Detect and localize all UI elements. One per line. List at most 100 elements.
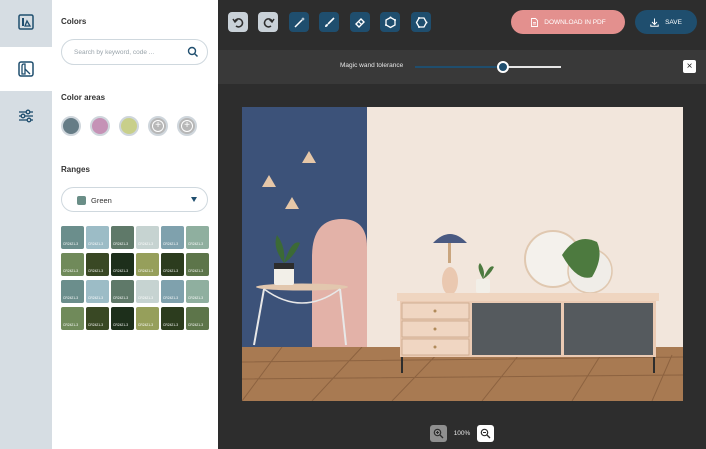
download-pdf-label: DOWNLOAD IN PDF (544, 18, 606, 26)
top-toolbar: DOWNLOAD IN PDF SAVE (218, 0, 706, 44)
brush-icon (324, 16, 335, 27)
chip-code: CR2421-3 (63, 296, 79, 300)
eraser-icon (354, 17, 365, 28)
palette-chip[interactable]: CR2421-3 (186, 280, 209, 303)
palette-chip[interactable]: CR2421-3 (86, 253, 109, 276)
magic-wand-button[interactable] (289, 12, 309, 32)
chip-code: CR2421-3 (138, 269, 154, 273)
range-dropdown[interactable]: Green (61, 187, 208, 212)
palette-chip[interactable]: CR2421-3 (111, 307, 134, 330)
range-swatch (77, 196, 86, 205)
download-pdf-button[interactable]: DOWNLOAD IN PDF (511, 10, 625, 34)
palette-chip[interactable]: CR2421-3 (61, 226, 84, 249)
undo-button[interactable] (228, 12, 248, 32)
palette-grid: CR2421-3 CR2421-3 CR2421-3 CR2421-3 CR2421-3… (61, 226, 209, 334)
chip-code: CR2421-3 (163, 296, 179, 300)
rail-item-gallery[interactable] (0, 0, 52, 44)
palette-chip[interactable]: CR2421-3 (136, 280, 159, 303)
search-box[interactable] (61, 39, 208, 65)
palette-chip[interactable]: CR2421-3 (61, 253, 84, 276)
palette-chip[interactable]: CR2421-3 (136, 307, 159, 330)
chip-code: CR2421-3 (188, 296, 204, 300)
chip-code: CR2421-3 (63, 242, 79, 246)
brush-button[interactable] (319, 12, 339, 32)
chip-code: CR2421-3 (63, 323, 79, 327)
color-palette-icon (18, 61, 34, 77)
palette-chip[interactable]: CR2421-3 (111, 280, 134, 303)
polygon-select-icon (384, 16, 396, 28)
icon-rail (0, 0, 52, 449)
chip-code: CR2421-3 (163, 242, 179, 246)
chip-code: CR2421-3 (113, 323, 129, 327)
close-icon: × (686, 60, 693, 72)
tolerance-label: Magic wand tolerance (340, 62, 404, 69)
palette-chip[interactable]: CR2421-3 (161, 307, 184, 330)
zoom-out-button[interactable] (430, 425, 447, 442)
add-color-area-button[interactable]: + (148, 116, 168, 136)
chip-code: CR2421-3 (88, 269, 104, 273)
eraser-button[interactable] (350, 12, 370, 32)
palette-chip[interactable]: CR2421-3 (111, 226, 134, 249)
palette-chip[interactable]: CR2421-3 (186, 226, 209, 249)
room-image (242, 107, 683, 401)
rail-item-color-palette[interactable] (0, 47, 52, 91)
sliders-icon (19, 109, 33, 123)
colors-title: Colors (61, 17, 87, 26)
color-panel: Colors Color areas + + Ranges Green CR242… (52, 0, 218, 449)
close-tolerance-button[interactable]: × (683, 60, 696, 73)
pdf-file-icon (531, 17, 539, 27)
zoom-out-icon (433, 428, 444, 439)
magic-wand-icon (293, 16, 305, 28)
chip-code: CR2421-3 (188, 323, 204, 327)
palette-chip[interactable]: CR2421-3 (111, 253, 134, 276)
palette-chip[interactable]: CR2421-3 (86, 307, 109, 330)
polygon-select-alt-icon (415, 16, 427, 28)
zoom-level: 100% (453, 430, 471, 437)
slider-thumb[interactable] (496, 61, 509, 73)
palette-chip[interactable]: CR2421-3 (161, 226, 184, 249)
room-photo[interactable] (242, 107, 683, 401)
color-area-swatch[interactable] (61, 116, 81, 136)
palette-chip[interactable]: CR2421-3 (186, 307, 209, 330)
palette-chip[interactable]: CR2421-3 (61, 280, 84, 303)
palette-row: CR2421-3 CR2421-3 CR2421-3 CR2421-3 CR2421-3… (61, 307, 209, 330)
chevron-down-icon (191, 197, 197, 202)
chip-code: CR2421-3 (113, 242, 129, 246)
range-label: Green (91, 196, 112, 205)
polygon-select-alt-button[interactable] (411, 12, 431, 32)
search-icon[interactable] (187, 46, 199, 58)
color-area-swatch[interactable] (90, 116, 110, 136)
chip-code: CR2421-3 (138, 323, 154, 327)
palette-row: CR2421-3 CR2421-3 CR2421-3 CR2421-3 CR2421-3… (61, 253, 209, 276)
save-label: SAVE (665, 18, 682, 26)
palette-chip[interactable]: CR2421-3 (186, 253, 209, 276)
zoom-in-icon (480, 428, 491, 439)
chip-code: CR2421-3 (63, 269, 79, 273)
palette-row: CR2421-3 CR2421-3 CR2421-3 CR2421-3 CR2421-3… (61, 226, 209, 249)
palette-chip[interactable]: CR2421-3 (136, 253, 159, 276)
palette-chip[interactable]: CR2421-3 (86, 226, 109, 249)
palette-chip[interactable]: CR2421-3 (86, 280, 109, 303)
rail-item-adjustments[interactable] (0, 94, 52, 138)
polygon-select-button[interactable] (380, 12, 400, 32)
plus-icon: + (181, 120, 193, 132)
palette-chip[interactable]: CR2421-3 (161, 280, 184, 303)
palette-row: CR2421-3 CR2421-3 CR2421-3 CR2421-3 CR2421-3… (61, 280, 209, 303)
zoom-in-button[interactable] (477, 425, 494, 442)
save-button[interactable]: SAVE (635, 10, 697, 34)
gallery-icon (18, 14, 34, 30)
add-color-area-button[interactable]: + (177, 116, 197, 136)
tolerance-slider[interactable] (415, 61, 561, 73)
palette-chip[interactable]: CR2421-3 (136, 226, 159, 249)
palette-chip[interactable]: CR2421-3 (61, 307, 84, 330)
palette-chip[interactable]: CR2421-3 (161, 253, 184, 276)
chip-code: CR2421-3 (188, 269, 204, 273)
chip-code: CR2421-3 (88, 242, 104, 246)
chip-code: CR2421-3 (138, 242, 154, 246)
undo-icon (231, 17, 243, 28)
chip-code: CR2421-3 (163, 323, 179, 327)
slider-fill (415, 66, 503, 68)
color-area-swatch[interactable] (119, 116, 139, 136)
search-input[interactable] (74, 46, 179, 59)
redo-button[interactable] (258, 12, 278, 32)
